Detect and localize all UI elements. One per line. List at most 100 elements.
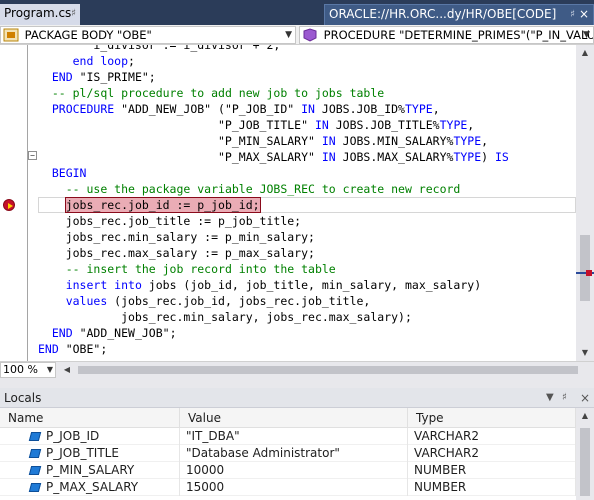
scrollbar-thumb[interactable] [580,235,590,301]
variable-icon [28,466,42,475]
code-line[interactable]: END "IS_PRIME"; [38,69,156,85]
locals-column-header: Name Value Type [0,408,576,428]
scroll-left-icon[interactable]: ◀ [60,362,74,378]
code-keyword: insert into [65,278,142,292]
code-keyword: IN [321,150,336,164]
table-row[interactable]: P_JOB_TITLE "Database Administrator" VAR… [0,445,576,462]
code-keyword: values [65,294,108,308]
package-icon [3,28,19,42]
type-member-combo-value: PACKAGE BODY "OBE" [24,28,152,42]
pin-icon[interactable]: ♯ [562,388,567,408]
editor-vertical-scrollbar[interactable]: ▲ ▼ [576,45,594,361]
code-text: JOBS.MAX_SALARY% [335,150,454,164]
code-area[interactable]: i_divisor := i_divisor + 2; end loop; EN… [38,45,576,361]
locals-vertical-scrollbar[interactable]: ▲ [576,408,594,500]
code-text: "P_MAX_SALARY" [38,150,322,164]
splitter[interactable] [0,378,594,388]
zoom-value: 100 % [3,363,38,376]
table-row[interactable]: P_MAX_SALARY 15000 NUMBER [0,479,576,496]
chevron-down-icon: ▼ [285,30,292,40]
code-line[interactable]: end loop; [38,53,135,69]
locals-title: Locals [4,391,42,405]
column-header-value[interactable]: Value [180,408,408,428]
local-value[interactable]: 15000 [186,479,408,496]
column-header-type[interactable]: Type [408,408,576,428]
breakpoint-current-statement-icon[interactable] [3,199,15,211]
code-line[interactable]: jobs_rec.min_salary, jobs_rec.max_salary… [38,309,412,325]
code-line[interactable]: -- insert the job record into the table [38,261,336,277]
tab-label: Program.cs [4,6,72,20]
document-tab-strip: Program.cs ♯ ORACLE://HR.ORC...dy/HR/OBE… [0,0,594,25]
code-line[interactable]: -- pl/sql procedure to add new job to jo… [38,85,384,101]
code-text: jobs (job_id, job_title, min_salary, max… [141,278,482,292]
code-line[interactable]: jobs_rec.job_id := p_job_id; [38,197,261,213]
table-row[interactable]: P_JOB_ID "IT_DBA" VARCHAR2 [0,428,576,445]
variable-icon [28,432,42,441]
code-line[interactable]: "P_JOB_TITLE" IN JOBS.JOB_TITLE%TYPE, [38,117,474,133]
code-line[interactable]: PROCEDURE "ADD_NEW_JOB" ("P_JOB_ID" IN J… [38,101,440,117]
code-keyword: TYPE [453,150,482,164]
code-line[interactable]: values (jobs_rec.job_id, jobs_rec.job_ti… [38,293,371,309]
collapse-icon[interactable]: − [28,151,37,160]
local-name: P_JOB_ID [46,428,180,445]
code-text: jobs_rec.min_salary := p_min_salary; [38,230,315,244]
pin-icon[interactable]: ♯ [71,4,76,23]
local-type: VARCHAR2 [414,445,576,462]
scroll-down-icon[interactable]: ▼ [576,345,594,361]
column-header-name[interactable]: Name [0,408,180,428]
code-keyword: IN [301,102,315,116]
type-member-combo[interactable]: PACKAGE BODY "OBE" ▼ [0,26,296,44]
chevron-down-icon: ▼ [583,30,590,40]
navigation-bar: PACKAGE BODY "OBE" ▼ PROCEDURE "DETERMIN… [0,25,594,45]
close-icon[interactable]: × [579,5,589,24]
tab-oracle-code[interactable]: ORACLE://HR.ORC...dy/HR/OBE[CODE] ♯ × [324,4,594,25]
locals-grid: P_JOB_ID "IT_DBA" VARCHAR2 P_JOB_TITLE "… [0,428,576,500]
code-line[interactable]: jobs_rec.min_salary := p_min_salary; [38,229,315,245]
code-line[interactable]: jobs_rec.job_title := p_job_title; [38,213,301,229]
code-editor[interactable]: − i_divisor := i_divisor + 2; end loop; … [0,45,594,361]
code-line[interactable]: BEGIN [38,165,87,181]
pin-icon[interactable]: ♯ [570,5,575,24]
code-line[interactable]: insert into jobs (job_id, job_title, min… [38,277,481,293]
code-text: (jobs_rec.job_id, jobs_rec.job_title, [107,294,371,308]
local-value[interactable]: 10000 [186,462,408,479]
horizontal-scrollbar-thumb[interactable] [78,366,578,374]
table-row[interactable]: P_MIN_SALARY 10000 NUMBER [0,462,576,479]
zoom-combo[interactable]: 100 % ▼ [0,362,56,378]
code-keyword: END [51,326,73,340]
code-line[interactable]: END "ADD_NEW_JOB"; [38,325,177,341]
close-icon[interactable]: × [580,388,590,408]
window-position-icon[interactable]: ▼ [546,388,554,408]
scroll-up-icon[interactable]: ▲ [576,45,594,61]
code-line[interactable]: "P_MIN_SALARY" IN JOBS.MIN_SALARY%TYPE, [38,133,488,149]
code-text: , [481,134,489,148]
procedure-combo[interactable]: PROCEDURE "DETERMINE_PRIMES"("P_IN_VALUE… [299,26,594,44]
code-text: , [467,118,475,132]
editor-gutter[interactable]: − [0,45,38,361]
code-text: "P_MIN_SALARY" [38,134,322,148]
code-text: jobs_rec.max_salary := p_max_salary; [38,246,315,260]
code-line[interactable]: -- use the package variable JOBS_REC to … [38,181,461,197]
local-value[interactable]: "IT_DBA" [186,428,408,445]
local-name: P_MAX_SALARY [46,479,180,496]
outline-margin [27,45,28,361]
code-line[interactable]: i_divisor := i_divisor + 2; [38,45,280,53]
code-text: ; [128,54,135,68]
local-type: NUMBER [414,479,576,496]
code-comment: -- pl/sql procedure to add new job to jo… [51,86,385,100]
editor-bottom-bar: 100 % ▼ ◀ [0,361,594,378]
code-text: "ADD_NEW_JOB" ("P_JOB_ID" [114,102,302,116]
code-text: ) [481,150,495,164]
code-line[interactable]: jobs_rec.max_salary := p_max_salary; [38,245,315,261]
code-keyword: IS [495,150,509,164]
tab-program-cs[interactable]: Program.cs ♯ [0,4,80,25]
local-value[interactable]: "Database Administrator" [186,445,408,462]
code-line[interactable]: END "OBE"; [38,341,107,357]
scroll-up-icon[interactable]: ▲ [576,408,594,424]
code-line[interactable]: "P_MAX_SALARY" IN JOBS.MAX_SALARY%TYPE) … [38,149,509,165]
scrollbar-thumb[interactable] [580,428,590,496]
